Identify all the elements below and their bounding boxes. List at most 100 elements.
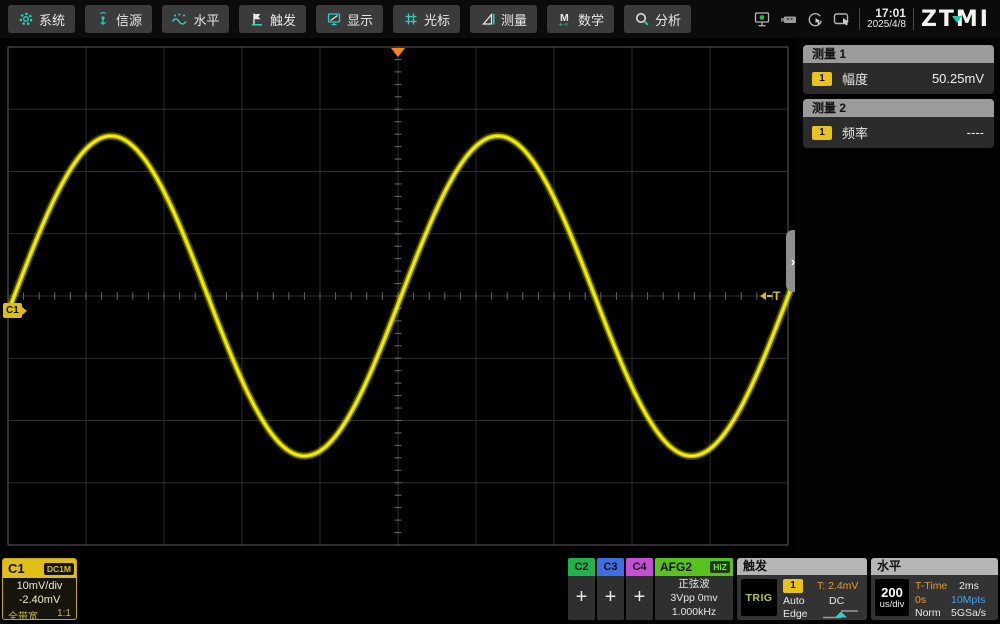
timebase-scale: 200 <box>881 586 903 599</box>
channel1-name: C1 <box>8 561 25 576</box>
channel2-name: C2 <box>568 558 595 576</box>
channel1-offset: -2.40mV <box>3 594 76 608</box>
afg-impedance-badge: HiZ <box>710 561 730 573</box>
acquisition-mode[interactable]: Norm <box>915 607 941 619</box>
source-channel-badge: 1 <box>812 72 832 86</box>
top-toolbar: 系统 信源 水平 触发 <box>0 0 1000 38</box>
dash-icon <box>767 295 772 297</box>
menu-measure-button[interactable]: 测量 <box>470 5 537 33</box>
cursor-grid-icon <box>403 11 419 27</box>
menu-buttons: 系统 信源 水平 触发 <box>8 5 691 33</box>
menu-label: 数学 <box>578 10 604 29</box>
left-arrow-icon <box>760 292 766 300</box>
horizontal-wave-icon <box>171 11 188 27</box>
menu-trigger-button[interactable]: 触发 <box>239 5 306 33</box>
divider <box>859 8 860 30</box>
afg-waveform-type: 正弦波 <box>655 577 733 591</box>
status-icons <box>753 10 852 29</box>
afg-card[interactable]: AFG2 HiZ 正弦波 3Vpp 0mv 1.000kHz <box>655 558 733 620</box>
menu-system-button[interactable]: 系统 <box>8 5 75 33</box>
channel2-add-card[interactable]: C2 + <box>568 558 595 620</box>
channel1-card[interactable]: C1 DC1M 10mV/div -2.40mV 全带宽 1:1 <box>2 558 77 620</box>
divider <box>913 8 914 30</box>
trigger-level-value[interactable]: T: 2.4mV <box>817 580 858 592</box>
graticule-and-waveform <box>0 38 795 556</box>
menu-display-button[interactable]: 显示 <box>316 5 383 33</box>
source-channel-badge: 1 <box>812 126 832 140</box>
touch-icon <box>806 10 825 29</box>
afg-amplitude: 3Vpp 0mv <box>655 591 733 605</box>
source-broadcast-icon <box>95 11 111 27</box>
trigger-mode[interactable]: Auto <box>783 595 805 607</box>
waveform-display[interactable]: C1 T <box>0 38 795 556</box>
menu-label: 触发 <box>270 10 296 29</box>
menu-label: 信源 <box>116 10 142 29</box>
measurement-label: 频率 <box>842 123 868 142</box>
horizontal-card[interactable]: 水平 200 us/div T-Time 2ms 0s 10Mpts Norm … <box>871 558 998 620</box>
menu-source-button[interactable]: 信源 <box>85 5 152 33</box>
trigger-flag-icon <box>249 11 265 27</box>
menu-analyze-button[interactable]: 分析 <box>624 5 691 33</box>
rising-edge-icon <box>821 608 861 620</box>
analyze-magnifier-icon <box>634 11 650 27</box>
trigger-status-box: TRIG <box>741 579 777 616</box>
brand-logo: ZTMI <box>921 7 990 32</box>
channel1-probe-ratio: 1:1 <box>57 608 71 620</box>
trigger-coupling[interactable]: DC <box>829 595 844 607</box>
timebase-box[interactable]: 200 us/div <box>875 579 909 616</box>
measurement-card-2[interactable]: 测量 2 1 频率 ---- <box>803 99 994 148</box>
display-monitor-icon <box>326 11 342 27</box>
measurement-row[interactable]: 1 频率 ---- <box>803 117 994 148</box>
clock-time: 17:01 <box>867 7 906 19</box>
measurement-row[interactable]: 1 幅度 50.25mV <box>803 63 994 94</box>
timebase-unit: us/div <box>880 599 905 610</box>
horizontal-title: 水平 <box>871 558 998 575</box>
trigger-card[interactable]: 触发 TRIG 1 T: 2.4mV Auto DC Edge <box>737 558 867 620</box>
memory-depth: 10Mpts <box>951 594 985 606</box>
menu-horizontal-button[interactable]: 水平 <box>162 5 229 33</box>
measurement-title: 测量 1 <box>803 45 994 63</box>
trigger-type[interactable]: Edge <box>783 608 808 620</box>
measurement-title: 测量 2 <box>803 99 994 117</box>
measurement-card-1[interactable]: 测量 1 1 幅度 50.25mV <box>803 45 994 94</box>
channel1-ground-marker[interactable]: C1 <box>3 303 22 318</box>
channel4-add-card[interactable]: C4 + <box>626 558 653 620</box>
bottom-status-bar: C1 DC1M 10mV/div -2.40mV 全带宽 1:1 C2 + C3… <box>0 556 1000 624</box>
measurement-panel: 测量 1 1 幅度 50.25mV 测量 2 1 频率 ---- <box>795 38 1000 556</box>
logo-triangle-icon <box>952 16 962 23</box>
trigger-level-marker[interactable]: T <box>760 289 780 303</box>
menu-math-button[interactable]: M +-× 数学 <box>547 5 614 33</box>
menu-label: 测量 <box>501 10 527 29</box>
horizontal-position[interactable]: 0s <box>915 594 926 606</box>
channel3-add-card[interactable]: C3 + <box>597 558 624 620</box>
measurement-value: ---- <box>967 125 984 140</box>
channel4-name: C4 <box>626 558 653 576</box>
channel1-coupling-badge: DC1M <box>44 563 74 575</box>
math-icon: M +-× <box>557 11 573 27</box>
menu-label: 光标 <box>424 10 450 29</box>
measurement-value: 50.25mV <box>932 71 984 86</box>
svg-text:+-×: +-× <box>558 22 568 28</box>
t-time-value: 2ms <box>959 580 979 592</box>
gesture-icon <box>832 10 852 29</box>
sample-rate: 5GSa/s <box>951 607 986 619</box>
plus-icon: + <box>626 576 653 618</box>
afg-frequency: 1.000kHz <box>655 605 733 619</box>
t-time-label: T-Time <box>915 580 947 592</box>
gear-icon <box>18 11 34 27</box>
network-monitor-icon <box>753 10 772 29</box>
trigger-title: 触发 <box>737 558 867 575</box>
trigger-position-marker[interactable] <box>391 48 405 57</box>
plus-icon: + <box>597 576 624 618</box>
plus-icon: + <box>568 576 595 618</box>
afg-name: AFG2 <box>660 560 692 574</box>
clock: 17:01 2025/4/8 <box>867 7 906 31</box>
usb-icon <box>779 10 799 29</box>
menu-label: 显示 <box>347 10 373 29</box>
clock-date: 2025/4/8 <box>867 19 906 31</box>
trigger-source-badge[interactable]: 1 <box>783 579 803 593</box>
channel3-name: C3 <box>597 558 624 576</box>
measure-triangle-icon <box>480 11 496 27</box>
menu-label: 系统 <box>39 10 65 29</box>
menu-cursor-button[interactable]: 光标 <box>393 5 460 33</box>
